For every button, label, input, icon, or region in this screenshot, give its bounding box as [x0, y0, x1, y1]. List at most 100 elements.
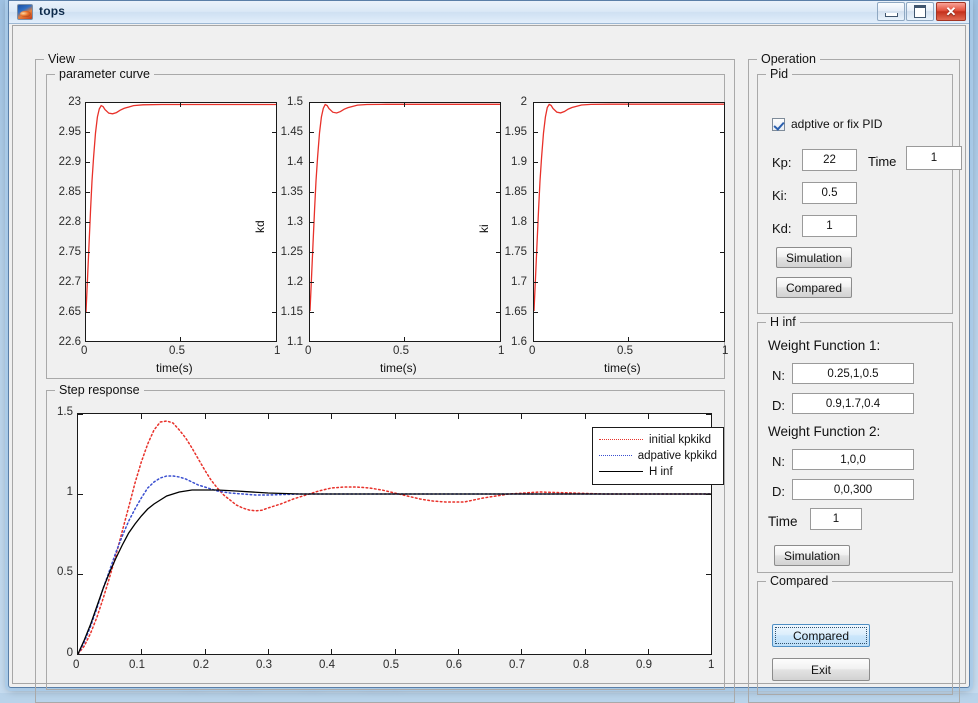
legend-swatch-adpative [599, 455, 632, 457]
ki-ytick-3: 1.75 [483, 246, 527, 258]
kd-xlabel: time(s) [380, 361, 417, 375]
ki-xtick-2: 1 [722, 345, 728, 357]
step-xtick-3: 0.3 [256, 659, 272, 671]
minimize-icon [878, 3, 904, 20]
pid-time-input[interactable]: 1 [906, 146, 962, 170]
application-window: tops ✕ View parameter curve [8, 0, 970, 688]
checkbox-checked-icon [772, 118, 785, 131]
weight-function-2-label: Weight Function 2: [768, 424, 880, 439]
kd-xtick-1: 0.5 [393, 345, 409, 357]
kp-input[interactable]: 22 [802, 149, 857, 171]
exit-button[interactable]: Exit [772, 658, 870, 681]
ki-xtick-1: 0.5 [617, 345, 633, 357]
kp-ytick-6: 22.9 [33, 156, 81, 168]
ki-ylabel: ki [477, 224, 491, 233]
hinf-time-input[interactable]: 1 [810, 508, 862, 530]
operation-panel-title: Operation [757, 52, 820, 66]
ki-input[interactable]: 0.5 [802, 182, 857, 204]
view-panel: View parameter curve [35, 59, 735, 703]
step-xtick-10: 1 [708, 659, 714, 671]
step-xtick-1: 0.1 [129, 659, 145, 671]
kp-ytick-4: 22.8 [33, 216, 81, 228]
step-ytick-0: 0 [39, 647, 73, 659]
wf1-d-label: D: [772, 398, 785, 413]
wf2-d-label: D: [772, 484, 785, 499]
kd-ytick-2: 1.2 [259, 276, 303, 288]
hinf-panel: H inf Weight Function 1: N: 0.25,1,0.5 D… [757, 322, 953, 573]
ki-xlabel: time(s) [604, 361, 641, 375]
legend-entry-initial: initial kpkikd [599, 432, 717, 448]
close-button[interactable]: ✕ [936, 2, 966, 21]
legend-entry-adpative: adpative kpkikd [599, 448, 717, 464]
wf2-d-input[interactable]: 0,0,300 [792, 479, 914, 500]
compared-button-label: Compared [793, 629, 849, 643]
hinf-simulation-button[interactable]: Simulation [774, 545, 850, 566]
step-ytick-2: 1 [39, 486, 73, 498]
step-xtick-2: 0.2 [193, 659, 209, 671]
ki-ytick-1: 1.65 [483, 306, 527, 318]
minimize-button[interactable] [877, 2, 905, 21]
kd-ytick-7: 1.45 [259, 126, 303, 138]
wf1-d-input[interactable]: 0.9,1.7,0.4 [792, 393, 914, 414]
step-xtick-6: 0.6 [446, 659, 462, 671]
step-xtick-9: 0.9 [636, 659, 652, 671]
wf2-n-input[interactable]: 1,0,0 [792, 449, 914, 470]
kd-series-line [310, 104, 500, 311]
ki-plot-svg [534, 103, 724, 341]
pid-panel: Pid adptive or fix PID Kp: 22 Time 1 Ki:… [757, 74, 953, 314]
maximize-button[interactable] [906, 2, 934, 21]
ki-label: Ki: [772, 188, 787, 203]
legend-label-adpative: adpative kpkikd [638, 450, 717, 462]
title-bar[interactable]: tops ✕ [9, 1, 969, 24]
kd-xtick-0: 0 [305, 345, 311, 357]
step-xtick-7: 0.7 [509, 659, 525, 671]
pid-compared-button[interactable]: Compared [776, 277, 852, 298]
ki-ytick-0: 1.6 [483, 336, 527, 348]
step-response-legend: initial kpkikd adpative kpkikd H inf [592, 427, 724, 485]
kd-ytick-8: 1.5 [259, 96, 303, 108]
adaptive-pid-checkbox-label: adptive or fix PID [791, 117, 882, 131]
kp-plot-svg [86, 103, 276, 341]
close-icon: ✕ [937, 3, 965, 20]
kd-axes[interactable] [309, 102, 501, 342]
kp-ytick-8: 23 [33, 96, 81, 108]
adaptive-pid-checkbox[interactable]: adptive or fix PID [772, 117, 882, 131]
wf1-n-input[interactable]: 0.25,1,0.5 [792, 363, 914, 384]
kp-axes[interactable] [85, 102, 277, 342]
kp-label: Kp: [772, 155, 792, 170]
ki-axes[interactable] [533, 102, 725, 342]
time-label: Time [868, 154, 896, 169]
kd-ylabel: kd [253, 220, 267, 233]
step-xtick-4: 0.4 [319, 659, 335, 671]
kd-ytick-0: 1.1 [259, 336, 303, 348]
step-response-panel: Step response [46, 390, 725, 690]
step-response-axes[interactable]: initial kpkikd adpative kpkikd H inf [77, 413, 712, 655]
kp-xlabel: time(s) [156, 361, 193, 375]
pid-simulation-button[interactable]: Simulation [776, 247, 852, 268]
ki-ytick-2: 1.7 [483, 276, 527, 288]
wf1-n-label: N: [772, 368, 785, 383]
legend-swatch-initial [599, 439, 643, 441]
matlab-icon [17, 4, 33, 20]
kd-plot-svg [310, 103, 500, 341]
kd-ytick-6: 1.4 [259, 156, 303, 168]
step-xtick-0: 0 [73, 659, 79, 671]
operation-panel: Operation Pid adptive or fix PID Kp: 22 … [748, 59, 960, 703]
hinf-time-label: Time [768, 514, 798, 529]
kp-xtick-1: 0.5 [169, 345, 185, 357]
kp-ytick-0: 22.6 [33, 336, 81, 348]
compared-button[interactable]: Compared [772, 624, 870, 647]
series-adpative-kpkikd [78, 476, 711, 654]
ki-ytick-7: 1.95 [483, 126, 527, 138]
step-ytick-1: 0.5 [39, 566, 73, 578]
hinf-panel-title: H inf [766, 315, 800, 329]
kd-input[interactable]: 1 [802, 215, 857, 237]
kp-ytick-2: 22.7 [33, 276, 81, 288]
legend-label-hinf: H inf [649, 466, 673, 478]
weight-function-1-label: Weight Function 1: [768, 338, 880, 353]
legend-entry-hinf: H inf [599, 464, 717, 480]
kd-label: Kd: [772, 221, 792, 236]
maximize-icon [907, 3, 933, 20]
step-xtick-5: 0.5 [383, 659, 399, 671]
series-h-inf [78, 490, 711, 654]
